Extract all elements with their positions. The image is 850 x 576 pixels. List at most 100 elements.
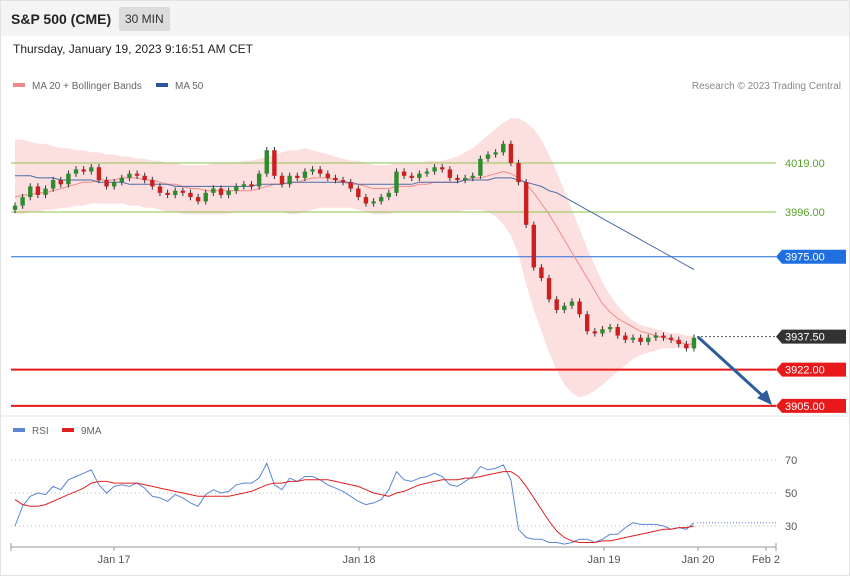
candle-body — [241, 184, 247, 187]
candle-body — [180, 190, 186, 193]
candle-body — [356, 188, 361, 198]
candle-body — [432, 167, 437, 172]
candle-body — [592, 331, 598, 334]
candle-body — [325, 173, 330, 178]
candle-body — [310, 169, 315, 172]
candle-body — [272, 150, 277, 176]
candle-body — [417, 173, 422, 178]
candle-body — [333, 177, 338, 181]
candle-body — [119, 177, 125, 183]
candle-body — [188, 192, 193, 198]
candle-body — [409, 175, 414, 178]
candle-body — [653, 335, 659, 338]
level-label: 3975.00 — [785, 252, 825, 264]
rsi-tick-label: 70 — [785, 455, 797, 467]
forecast-arrow-shaft — [696, 335, 766, 399]
candle-body — [386, 192, 392, 198]
rsi-9ma-line — [14, 471, 695, 543]
x-tick-label: Jan 18 — [342, 554, 375, 566]
candle-body — [546, 278, 552, 300]
candle-body — [127, 173, 132, 178]
candle-body — [340, 180, 346, 183]
x-tick-label: Jan 20 — [681, 554, 714, 566]
candle-body — [317, 169, 323, 174]
candle-body — [554, 299, 559, 310]
candle-body — [20, 197, 25, 206]
candle-body — [440, 167, 445, 170]
candle-body — [58, 180, 63, 185]
candle-body — [668, 337, 674, 340]
x-tick-label: Jan 17 — [97, 554, 130, 566]
candle-body — [363, 197, 369, 204]
candle-body — [203, 192, 208, 202]
candle-body — [150, 180, 155, 187]
candle-body — [43, 188, 48, 195]
rsi-tick-label: 50 — [785, 488, 797, 500]
candle-body — [501, 143, 506, 153]
candle-body — [661, 335, 666, 338]
candle-body — [676, 339, 681, 345]
candle-body — [508, 143, 514, 163]
candle-body — [379, 197, 384, 202]
x-axis: Jan 17 Jan 18 Jan 19 Jan 20 Feb 2 — [10, 543, 780, 566]
candle-body — [249, 184, 254, 187]
candle-body — [165, 192, 170, 195]
candle-body — [646, 337, 651, 342]
candle-body — [607, 327, 613, 330]
candle-body — [577, 301, 582, 315]
level-label: 3905.00 — [785, 401, 825, 413]
candle-body — [584, 314, 590, 332]
candle-body — [295, 175, 300, 178]
candle-body — [531, 224, 536, 268]
candle-body — [134, 173, 140, 176]
candle-body — [539, 267, 544, 279]
bollinger-band-fill — [15, 118, 694, 398]
candle-body — [569, 301, 575, 306]
candle-body — [111, 182, 117, 187]
candle-body — [256, 173, 262, 187]
candle-body — [302, 171, 308, 178]
candle-body — [485, 154, 491, 159]
level-label: 3996.00 — [785, 207, 825, 219]
rsi-panel: 70 50 30 — [1, 415, 849, 545]
candle-body — [96, 167, 102, 181]
candle-body — [447, 169, 453, 178]
candle-body — [478, 158, 483, 176]
candle-body — [562, 305, 567, 310]
candle-body — [50, 180, 56, 189]
candle-body — [279, 175, 285, 185]
candle-body — [89, 167, 94, 172]
level-label: 4019.00 — [785, 158, 825, 170]
candle-body — [28, 186, 33, 198]
candle-body — [142, 175, 147, 181]
x-tick-label: Jan 19 — [587, 554, 620, 566]
candle-body — [348, 182, 353, 189]
candle-body — [630, 337, 636, 340]
candle-body — [493, 152, 498, 155]
candle-body — [470, 175, 475, 178]
candle-body — [226, 190, 231, 195]
rsi-line — [14, 462, 695, 545]
candle-body — [516, 163, 521, 183]
candle-body — [12, 205, 18, 210]
candle-body — [623, 335, 628, 340]
x-tick-label: Feb 2 — [752, 554, 780, 566]
candle-body — [211, 188, 216, 193]
candle-body — [523, 182, 529, 225]
candle-body — [104, 180, 109, 187]
candle-body — [684, 344, 689, 349]
candle-body — [218, 188, 224, 195]
chart-canvas: 4019.00 3996.00 3975.00 3937.50 3922.00 3905.… — [1, 118, 849, 566]
candle-body — [615, 327, 620, 336]
candle-body — [371, 201, 376, 204]
candle-body — [455, 177, 460, 181]
candle-body — [157, 186, 163, 193]
level-label: 3937.50 — [785, 332, 825, 344]
candle-body — [173, 190, 178, 195]
candle-body — [66, 173, 71, 185]
candle-body — [35, 186, 41, 195]
candle-body — [264, 150, 269, 174]
candle-body — [462, 177, 468, 181]
rsi-tick-label: 30 — [785, 521, 797, 533]
bollinger-bands — [15, 118, 694, 398]
